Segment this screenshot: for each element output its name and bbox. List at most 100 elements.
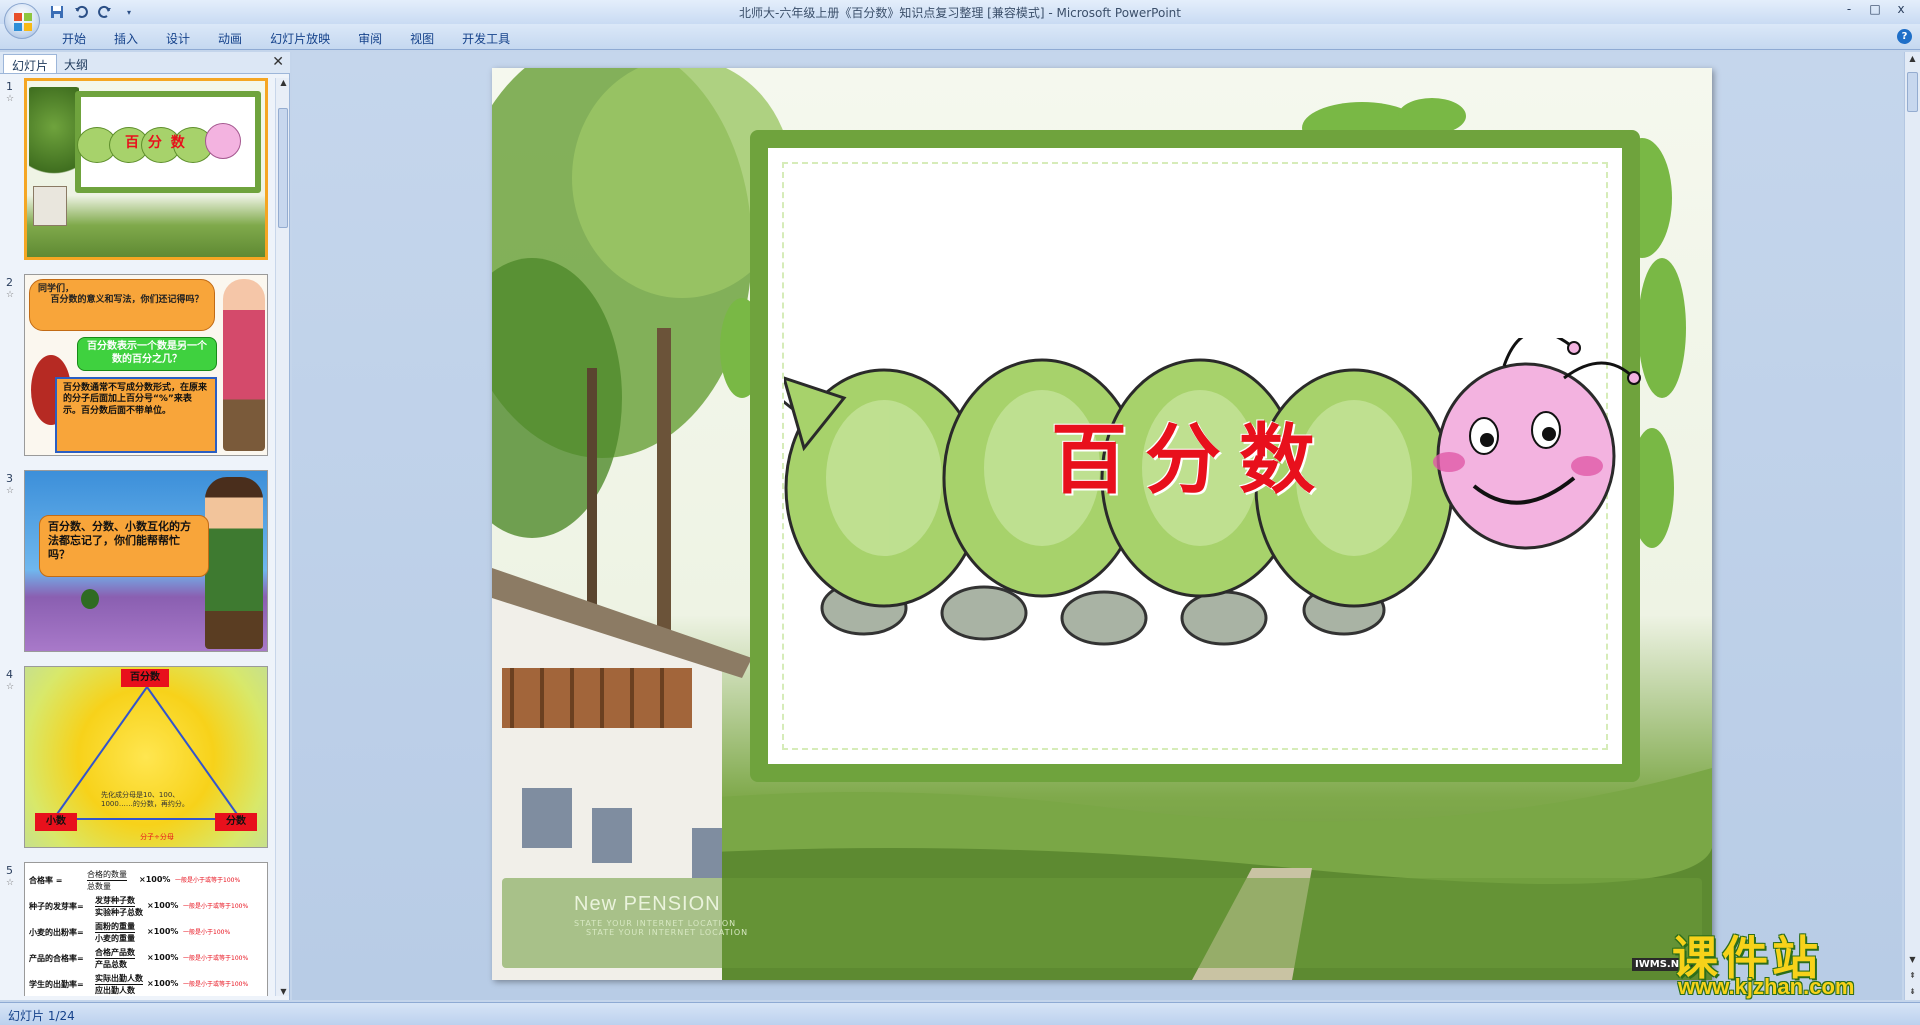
tab-developer[interactable]: 开发工具 [448, 27, 524, 50]
formula-tail: ×100% [147, 979, 179, 988]
formula-tail: ×100% [147, 953, 179, 962]
formula-denominator: 小麦的重量 [95, 934, 135, 943]
tab-outline[interactable]: 大纲 [56, 54, 96, 73]
thumbnail-number: 3 [6, 472, 13, 485]
tree-icon [29, 87, 79, 187]
close-button[interactable]: x [1888, 0, 1914, 18]
tree-icon [81, 589, 99, 609]
tagline-line: STATE YOUR INTERNET LOCATION [574, 919, 737, 928]
formula-numerator: 面粉的重量 [95, 922, 135, 933]
formula-label: 小麦的出粉率= [29, 928, 84, 937]
animation-star-icon: ☆ [6, 682, 15, 692]
thumbnail-slide-2[interactable]: 同学们， 百分数的意义和写法，你们还记得吗？ 百分数表示一个数是另一个数的百分之… [24, 274, 268, 456]
customize-icon[interactable]: ▾ [120, 3, 138, 21]
animation-star-icon: ☆ [6, 486, 15, 496]
formula-numerator: 合格产品数 [95, 948, 135, 959]
tab-review[interactable]: 审阅 [344, 27, 396, 50]
watermark-url: www.kjzhan.com [1678, 974, 1855, 999]
scroll-down-icon[interactable]: ▼ [1906, 955, 1919, 964]
diagram-note: 分子÷分母 [140, 833, 174, 841]
formula-denominator: 产品总数 [95, 960, 127, 969]
formula-tail: ×100% [147, 901, 179, 910]
background-tagline: STATE YOUR INTERNET LOCATION STATE YOUR … [574, 919, 748, 937]
tab-home[interactable]: 开始 [48, 27, 100, 50]
slide-counter: 幻灯片 1/24 [8, 1009, 75, 1023]
thumbnail-row-2: 2 ☆ 同学们， 百分数的意义和写法，你们还记得吗？ 百分数表示一个数是另一个数… [0, 274, 274, 460]
tagline-line: STATE YOUR INTERNET LOCATION [586, 928, 749, 937]
scroll-up-icon[interactable]: ▲ [277, 78, 290, 87]
thumbnail-list: 1 ☆ 百 分 数 2 ☆ 同学们， 百分数的意义和写法，你们还记得吗？ 百分数… [0, 78, 274, 996]
boy-illustration-icon [205, 477, 263, 649]
title-bar: ▾ 北师大-六年级上册《百分数》知识点复习整理 [兼容模式] - Microso… [0, 0, 1920, 39]
current-slide[interactable]: 百分数 New PENSION STATE YOUR INTERNET LOCA… [492, 68, 1712, 980]
formula-note: 一般是小于或等于100% [175, 877, 241, 884]
office-button[interactable] [4, 3, 40, 39]
thumbnail-number: 5 [6, 864, 13, 877]
thumbnail-row-3: 3 ☆ 百分数、分数、小数互化的方法都忘记了，你们能帮帮忙吗？ [0, 470, 274, 656]
tab-animations[interactable]: 动画 [204, 27, 256, 50]
formula-row: 种子的发芽率= 发芽种子数 实验种子总数 ×100% 一般是小于或等于100% [29, 895, 265, 921]
next-slide-icon[interactable]: ⇟ [1906, 987, 1919, 996]
slide-pane-tabs: 幻灯片 大纲 ✕ [0, 52, 290, 74]
thumbnail-number: 2 [6, 276, 13, 289]
background-brand-text: New PENSION [574, 893, 721, 915]
redo-icon[interactable] [96, 3, 114, 21]
animation-star-icon: ☆ [6, 94, 15, 104]
window-controls: - □ x [1836, 0, 1914, 18]
formula-numerator: 实际出勤人数 [95, 974, 143, 985]
formula-label: 学生的出勤率= [29, 980, 84, 989]
slide-title[interactable]: 百分数 [1032, 398, 1352, 508]
formula-numerator: 合格的数量 [87, 870, 127, 881]
formula-row: 合格率 = 合格的数量 总数量 ×100% 一般是小于或等于100% [29, 869, 265, 895]
status-bar: 幻灯片 1/24 [0, 1002, 1920, 1025]
scroll-down-icon[interactable]: ▼ [277, 987, 290, 996]
window-title: 北师大-六年级上册《百分数》知识点复习整理 [兼容模式] - Microsoft… [739, 6, 1181, 20]
formula-tail: ×100% [139, 875, 171, 884]
formula-label: 合格率 = [29, 876, 63, 885]
formula-list: 合格率 = 合格的数量 总数量 ×100% 一般是小于或等于100% 种子的发芽… [29, 869, 265, 996]
undo-icon[interactable] [72, 3, 90, 21]
thumbnail-bubble: 百分数通常不写成分数形式，在原来的分子后面加上百分号“%”来表示。百分数后面不带… [55, 377, 217, 453]
tab-slides[interactable]: 幻灯片 [3, 54, 58, 73]
quick-access-toolbar: ▾ [48, 3, 138, 21]
thumbnail-slide-4[interactable]: 百分数 小数 分数 先化成分母是10、100、1000……的分数，再约分。 分子… [24, 666, 268, 848]
office-logo-icon [14, 13, 32, 31]
thumbnail-scrollbar[interactable]: ▲ ▼ [275, 78, 289, 996]
minimize-button[interactable]: - [1836, 0, 1862, 18]
animation-star-icon: ☆ [6, 878, 15, 888]
tab-slideshow[interactable]: 幻灯片放映 [256, 27, 344, 50]
scrollbar-handle[interactable] [1907, 72, 1918, 112]
site-watermark-logo: 课件站 www.kjzhan.com [1668, 922, 1900, 1002]
thumbnail-slide-5[interactable]: 合格率 = 合格的数量 总数量 ×100% 一般是小于或等于100% 种子的发芽… [24, 862, 268, 996]
thumbnail-row-5: 5 ☆ 合格率 = 合格的数量 总数量 ×100% 一般是小于或等于100% 种… [0, 862, 274, 996]
ribbon-tab-list: 开始 插入 设计 动画 幻灯片放映 审阅 视图 开发工具 [48, 27, 524, 50]
thumbnail-slide-1[interactable]: 百 分 数 [24, 78, 268, 260]
thumbnail-number: 1 [6, 80, 13, 93]
slide-pane: 幻灯片 大纲 ✕ 1 ☆ 百 分 数 2 ☆ 同学们， 百分数的意义和写法，你们… [0, 52, 290, 1000]
thumbnail-title: 百 分 数 [125, 135, 187, 151]
formula-row: 学生的出勤率= 实际出勤人数 应出勤人数 ×100% 一般是小于或等于100% [29, 973, 265, 996]
diagram-box: 小数 [35, 813, 77, 831]
formula-numerator: 发芽种子数 [95, 896, 135, 907]
scrollbar-handle[interactable] [278, 108, 288, 228]
formula-note: 一般是小于100% [183, 929, 231, 936]
teacher-illustration-icon [223, 279, 265, 451]
formula-label: 产品的合格率= [29, 954, 84, 963]
thumbnail-slide-3[interactable]: 百分数、分数、小数互化的方法都忘记了，你们能帮帮忙吗？ [24, 470, 268, 652]
formula-denominator: 应出勤人数 [95, 986, 135, 995]
tab-view[interactable]: 视图 [396, 27, 448, 50]
tab-design[interactable]: 设计 [152, 27, 204, 50]
thumbnail-row-4: 4 ☆ 百分数 小数 分数 先化成分母是10、100、1000……的分数，再约分… [0, 666, 274, 852]
ribbon: 开始 插入 设计 动画 幻灯片放映 审阅 视图 开发工具 ? [0, 24, 1920, 50]
thumbnail-row-1: 1 ☆ 百 分 数 [0, 78, 274, 264]
save-icon[interactable] [48, 3, 66, 21]
help-icon[interactable]: ? [1897, 29, 1912, 44]
main-scrollbar[interactable]: ▲ ▼ ⇞ ⇟ [1904, 52, 1920, 1000]
formula-label: 种子的发芽率= [29, 902, 84, 911]
close-icon[interactable]: ✕ [272, 54, 284, 70]
tab-insert[interactable]: 插入 [100, 27, 152, 50]
formula-denominator: 总数量 [87, 882, 111, 891]
previous-slide-icon[interactable]: ⇞ [1906, 971, 1919, 980]
scroll-up-icon[interactable]: ▲ [1906, 54, 1919, 63]
maximize-button[interactable]: □ [1862, 0, 1888, 18]
